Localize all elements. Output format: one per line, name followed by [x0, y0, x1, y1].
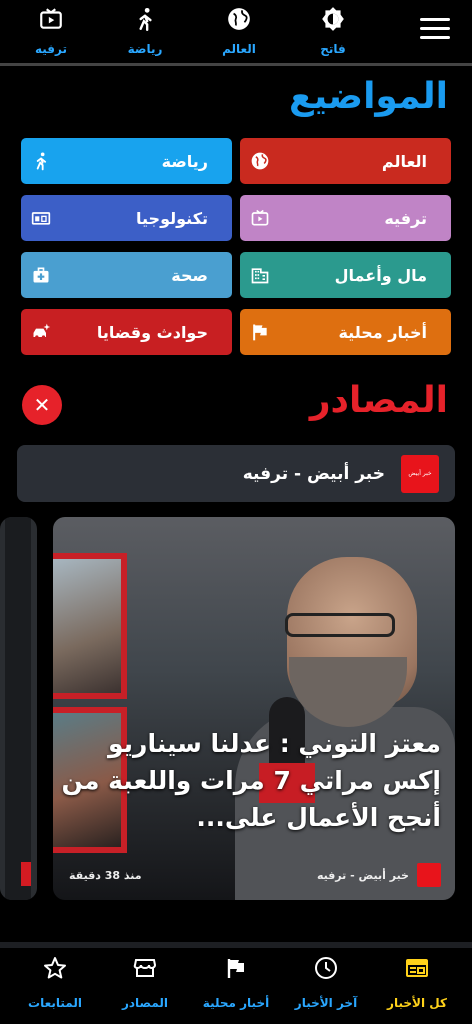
flag-icon — [189, 956, 283, 980]
car-crash-icon — [31, 322, 51, 342]
article-headline[interactable]: معتز التوني : عدلنا سيناريو إكس مراتي 7 … — [61, 725, 441, 836]
storefront-icon — [98, 956, 192, 980]
medical-kit-icon — [31, 265, 51, 285]
bottom-nav-label: المتابعات — [28, 996, 82, 1010]
source-selector[interactable]: خبر أبيض خبر أبيض - ترفيه — [17, 445, 455, 502]
topic-local-news-button[interactable]: أخبار محلية — [240, 309, 451, 355]
top-nav-label: ترفيه — [34, 42, 67, 56]
article-image-poster — [53, 553, 127, 699]
topic-sports-button[interactable]: رياضة — [21, 138, 232, 184]
source-logo — [21, 862, 31, 886]
top-nav-label: العالم — [222, 42, 256, 56]
topic-world-button[interactable]: العالم — [240, 138, 451, 184]
flag-icon — [250, 322, 270, 342]
topic-label: رياضة — [161, 151, 208, 171]
article-image-glasses — [285, 613, 395, 637]
top-nav-item-entertainment[interactable]: ترفيه — [16, 4, 86, 56]
topic-label: العالم — [381, 151, 427, 171]
bottom-nav: كل الأخبار آخر الأخبار أخبار محلية المصا… — [0, 948, 472, 1024]
top-nav-label: رياضة — [127, 42, 163, 56]
bottom-nav-sources[interactable]: المصادر — [98, 956, 192, 1010]
running-person-icon — [110, 6, 180, 32]
bottom-nav-following[interactable]: المتابعات — [8, 956, 102, 1010]
source-name: خبر أبيض - ترفيه — [242, 463, 385, 484]
previous-article-card[interactable] — [0, 517, 37, 900]
close-icon: ✕ — [33, 393, 51, 417]
tv-play-icon — [250, 208, 270, 228]
article-card[interactable]: معتز التوني : عدلنا سيناريو إكس مراتي 7 … — [53, 517, 455, 900]
bottom-nav-local-news[interactable]: أخبار محلية — [189, 956, 283, 1010]
topic-label: صحة — [171, 265, 208, 285]
article-source: خبر أبيض - ترفيه — [316, 868, 409, 882]
top-nav-item-theme[interactable]: فاتح — [298, 4, 368, 56]
bottom-nav-label: كل الأخبار — [387, 996, 447, 1010]
topic-health-button[interactable]: صحة — [21, 252, 232, 298]
article-time: منذ 38 دقيقة — [69, 868, 142, 882]
top-nav-label: فاتح — [320, 42, 346, 56]
topic-business-button[interactable]: مال وأعمال — [240, 252, 451, 298]
source-logo: خبر أبيض — [401, 454, 439, 493]
star-icon — [8, 956, 102, 980]
brightness-icon — [298, 6, 368, 32]
tv-play-icon — [16, 6, 86, 32]
topic-label: مال وأعمال — [334, 265, 427, 285]
building-icon — [250, 265, 270, 285]
bottom-nav-label: آخر الأخبار — [294, 996, 358, 1010]
topics-title: المواضيع — [289, 76, 448, 117]
article-meta: خبر أبيض - ترفيه منذ 38 دقيقة — [69, 863, 441, 887]
topic-accidents-button[interactable]: حوادث وقضايا — [21, 309, 232, 355]
top-nav-item-sports[interactable]: رياضة — [110, 4, 180, 56]
topic-technology-button[interactable]: تكنولوجيا — [21, 195, 232, 241]
topic-entertainment-button[interactable]: ترفيه — [240, 195, 451, 241]
sources-title: المصادر — [309, 380, 448, 421]
clock-icon — [279, 956, 373, 980]
close-button[interactable]: ✕ — [22, 385, 62, 425]
bottom-nav-all-news[interactable]: كل الأخبار — [370, 956, 464, 1010]
card-image-edge — [5, 517, 31, 900]
top-nav-item-world[interactable]: العالم — [204, 4, 274, 56]
bottom-nav-latest[interactable]: آخر الأخبار — [279, 956, 373, 1010]
running-person-icon — [31, 151, 51, 171]
topic-label: تكنولوجيا — [136, 208, 208, 228]
bottom-nav-label: أخبار محلية — [202, 996, 270, 1010]
topic-label: ترفيه — [384, 208, 427, 228]
source-logo-text: خبر أبيض — [408, 470, 432, 477]
hamburger-menu-icon[interactable] — [420, 18, 450, 40]
globe-icon — [250, 151, 270, 171]
bottom-nav-label: المصادر — [121, 996, 169, 1010]
topic-label: أخبار محلية — [338, 322, 427, 342]
topic-label: حوادث وقضايا — [96, 322, 208, 342]
newspaper-icon — [370, 956, 464, 980]
source-logo — [417, 863, 441, 887]
devices-icon — [31, 208, 51, 228]
globe-icon — [204, 6, 274, 32]
top-bar: ترفيه رياضة العالم فاتح — [0, 0, 472, 66]
